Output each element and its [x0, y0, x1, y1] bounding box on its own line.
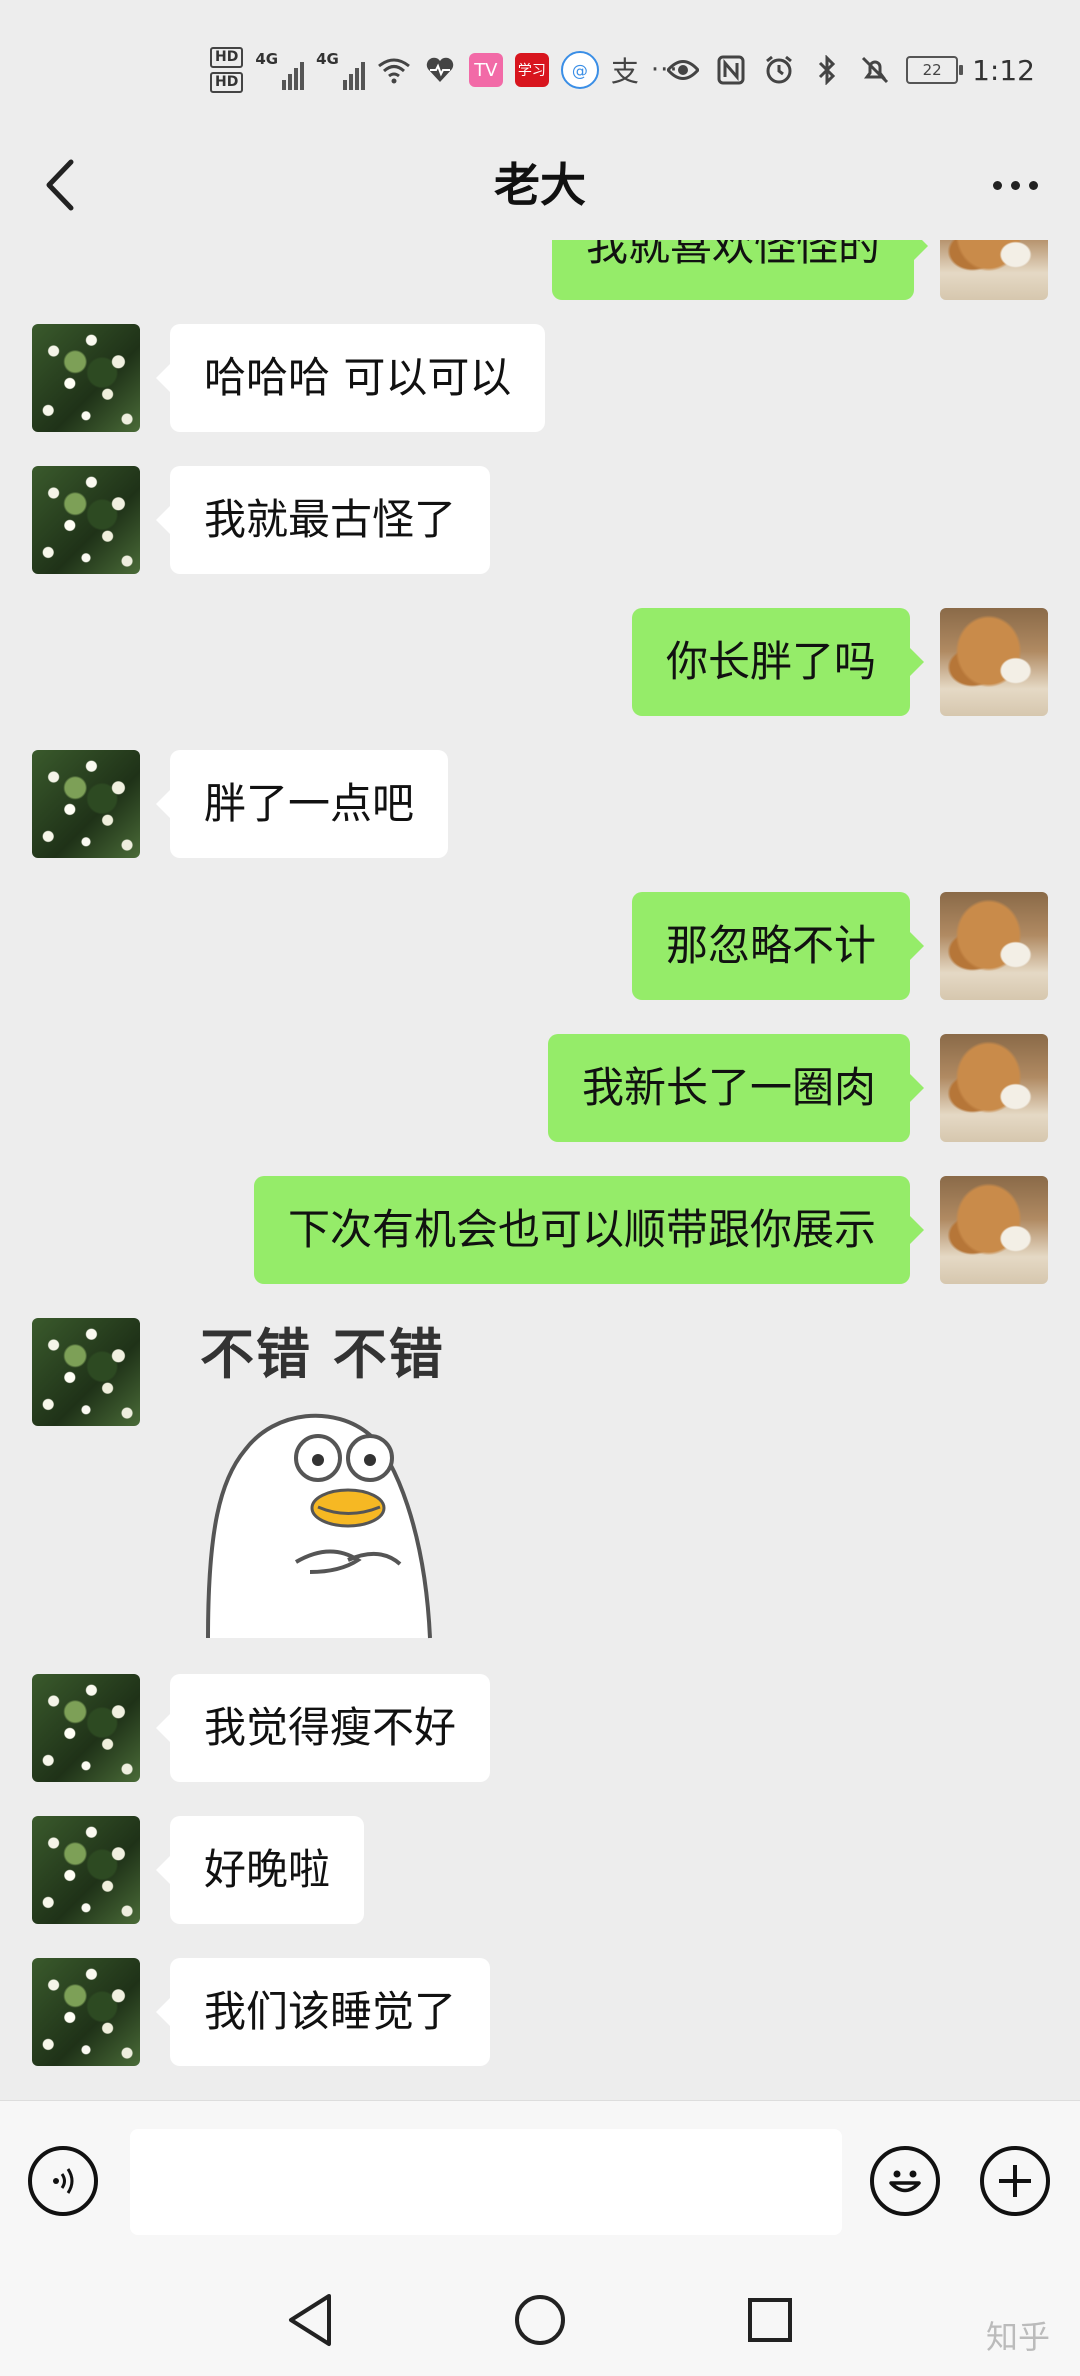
- sticker-message[interactable]: 不错 不错: [200, 1310, 480, 1640]
- contact-avatar[interactable]: [32, 1674, 140, 1782]
- my-avatar[interactable]: [940, 892, 1048, 1000]
- my-avatar[interactable]: [940, 1176, 1048, 1284]
- contact-avatar[interactable]: [32, 466, 140, 574]
- health-icon: [423, 53, 457, 87]
- message-bubble-incoming[interactable]: 好晚啦: [155, 1816, 365, 1924]
- my-avatar[interactable]: [940, 608, 1048, 716]
- battery-icon: 22: [906, 56, 964, 84]
- message-bubble-incoming[interactable]: 哈哈哈 可以可以: [155, 324, 546, 432]
- system-nav-bar: 知乎: [0, 2260, 1080, 2376]
- wifi-icon: [377, 53, 411, 87]
- alipay-notify-icon: 支: [610, 55, 639, 88]
- message-bubble-incoming[interactable]: 我们该睡觉了: [155, 1958, 491, 2066]
- chevron-left-icon: [46, 159, 74, 211]
- more-dot-icon: [1010, 180, 1020, 190]
- back-button[interactable]: [30, 150, 90, 220]
- circle-home-icon: [515, 2295, 565, 2345]
- more-dot-icon: [992, 180, 1002, 190]
- message-input[interactable]: [130, 2129, 842, 2235]
- my-avatar[interactable]: [940, 1034, 1048, 1142]
- chat-title: 老大: [494, 158, 586, 212]
- contact-avatar[interactable]: [32, 1816, 140, 1924]
- sim-indicator: HD HD: [210, 47, 244, 93]
- watermark: 知乎: [985, 2318, 1050, 2356]
- nav-back-button[interactable]: [280, 2290, 340, 2350]
- message-bubble-incoming[interactable]: 我觉得瘦不好: [155, 1674, 491, 1782]
- duck-sticker-icon: [206, 1413, 432, 1639]
- contact-avatar[interactable]: [32, 750, 140, 858]
- signal-icon-2: 4G: [316, 50, 365, 90]
- my-avatar[interactable]: [940, 240, 1048, 300]
- message-bubble-incoming[interactable]: 胖了一点吧: [155, 750, 449, 858]
- triangle-back-icon: [289, 2294, 331, 2346]
- contact-avatar[interactable]: [32, 324, 140, 432]
- message-bubble-outgoing[interactable]: 下次有机会也可以顺带跟你展示: [253, 1176, 925, 1284]
- message-bubble-outgoing[interactable]: 我就喜欢怪怪的: [551, 240, 929, 300]
- nav-recents-button[interactable]: [740, 2290, 800, 2350]
- more-dot-icon: [1028, 180, 1038, 190]
- voice-icon: [53, 2168, 74, 2194]
- message-bubble-outgoing[interactable]: 那忽略不计: [631, 892, 925, 1000]
- emoji-icon: [889, 2170, 921, 2193]
- sim1-label: HD: [210, 47, 244, 68]
- message-bubble-outgoing[interactable]: 我新长了一圈肉: [547, 1034, 925, 1142]
- app-notify-icon-1: TV: [468, 53, 503, 87]
- status-bar: HD HD 4G 4G TV 学习 @ 支 ··· 22 1:12: [0, 0, 1080, 130]
- net1-label: 4G: [255, 50, 279, 68]
- signal-icon-1: 4G: [255, 50, 305, 90]
- net2-label: 4G: [316, 50, 339, 68]
- message-list[interactable]: 我就喜欢怪怪的 哈哈哈 可以可以 我就最古怪了 你长胖了吗 胖了一点吧 那忽略不…: [0, 240, 1080, 2100]
- app-notify-icon-3: @: [560, 51, 599, 89]
- voice-button[interactable]: [28, 2146, 98, 2216]
- more-options-button[interactable]: [980, 160, 1050, 210]
- clock: 1:12: [972, 53, 1035, 87]
- app-notify-icon-2: 学习: [514, 53, 549, 87]
- emoji-button[interactable]: [870, 2146, 940, 2216]
- bluetooth-icon: [810, 53, 844, 87]
- alarm-icon: [762, 53, 796, 87]
- mute-icon: [858, 53, 892, 87]
- square-recents-icon: [748, 2298, 792, 2342]
- more-functions-button[interactable]: [980, 2146, 1050, 2216]
- status-left: HD HD 4G 4G TV 学习 @ 支 ···: [210, 40, 679, 100]
- contact-avatar[interactable]: [32, 1318, 140, 1426]
- nfc-icon: [714, 53, 748, 87]
- sim2-label: HD: [210, 72, 244, 93]
- plus-icon: [999, 2165, 1031, 2197]
- contact-avatar[interactable]: [32, 1958, 140, 2066]
- message-bubble-incoming[interactable]: 我就最古怪了: [155, 466, 491, 574]
- chat-header: 老大: [0, 130, 1080, 240]
- eye-icon: [666, 53, 700, 87]
- status-right: 22 1:12: [666, 40, 1035, 100]
- message-bubble-outgoing[interactable]: 你长胖了吗: [631, 608, 925, 716]
- nav-home-button[interactable]: [510, 2290, 570, 2350]
- input-bar: [0, 2100, 1080, 2261]
